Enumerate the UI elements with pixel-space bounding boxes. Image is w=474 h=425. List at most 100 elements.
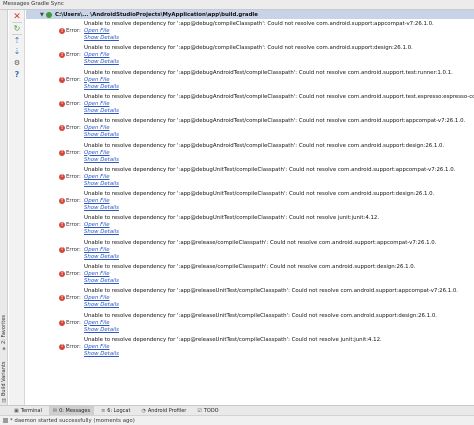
error-label: Error: (66, 343, 81, 350)
open-file-link[interactable]: Open File (84, 247, 110, 253)
previous-message-icon[interactable]: ⇡ (11, 36, 23, 46)
show-details-link[interactable]: Show Details (84, 254, 119, 260)
error-entry[interactable]: ! Error: Unable to resolve dependency for … (26, 20, 474, 44)
build-variants-icon: ▤ (1, 397, 7, 404)
show-details-link[interactable]: Show Details (84, 132, 119, 138)
error-label: Error: (66, 295, 81, 302)
show-details-link[interactable]: Show Details (84, 181, 119, 187)
open-file-link[interactable]: Open File (84, 125, 110, 131)
show-details-link[interactable]: Show Details (84, 327, 119, 333)
show-details-link[interactable]: Show Details (84, 205, 119, 211)
bottom-tab[interactable]: ≡ 6: Logcat (97, 406, 134, 415)
error-label: Error: (66, 198, 81, 205)
open-file-link[interactable]: Open File (84, 344, 110, 350)
error-entry[interactable]: ! Error: Unable to resolve dependency for … (26, 263, 474, 287)
error-entry[interactable]: ! Error: Unable to resolve dependency for … (26, 239, 474, 263)
bottom-tab[interactable]: ▣ Terminal (10, 406, 46, 415)
messages-tree: ▼ C:\Users\... \AndroidStudioProjects\My… (26, 10, 474, 405)
error-message: Unable to resolve dependency for ':app@r… (84, 312, 437, 319)
bottom-tab[interactable]: ✉ 0: Messages (48, 406, 95, 415)
error-label: Error: (66, 222, 81, 229)
error-icon: ! (59, 319, 65, 326)
error-label: Error: (66, 271, 81, 277)
toolbar-separator (12, 22, 22, 23)
error-message: Unable to resolve dependency for ':app@d… (84, 166, 456, 173)
messages-panel-title: Messages Gradle Sync (0, 0, 474, 10)
show-details-link[interactable]: Show Details (84, 35, 119, 41)
error-message: Unable to resolve dependency for ':app@d… (84, 215, 380, 222)
status-bar: * daemon started successfully (moments a… (0, 415, 474, 425)
open-file-link[interactable]: Open File (84, 271, 110, 277)
error-icon: ! (59, 271, 65, 277)
gradle-file-icon (46, 11, 52, 18)
error-message: Unable to resolve dependency for ':app@d… (84, 21, 434, 27)
error-message: Unable to resolve dependency for ':app@r… (84, 264, 416, 270)
error-icon: ! (59, 173, 65, 180)
show-details-link[interactable]: Show Details (84, 302, 119, 308)
open-file-link[interactable]: Open File (84, 222, 110, 228)
show-details-link[interactable]: Show Details (84, 229, 119, 235)
open-file-link[interactable]: Open File (84, 320, 110, 326)
bottom-tab-label: 0: Messages (59, 407, 91, 414)
tree-root-row[interactable]: ▼ C:\Users\... \AndroidStudioProjects\My… (26, 10, 474, 19)
bottom-tab-label: Terminal (20, 407, 42, 414)
open-file-link[interactable]: Open File (84, 150, 110, 156)
error-entry[interactable]: ! Error: Unable to resolve dependency for … (26, 142, 474, 166)
error-label: Error: (66, 52, 81, 59)
help-icon[interactable]: ? (11, 70, 23, 80)
terminal-icon: ▣ (14, 407, 19, 414)
next-message-icon[interactable]: ⇣ (11, 47, 23, 57)
error-label: Error: (66, 149, 81, 156)
status-panel-icon[interactable] (3, 418, 8, 423)
show-details-link[interactable]: Show Details (84, 278, 119, 284)
build-variants-side-tab-label: Build Variants (1, 361, 7, 397)
error-icon: ! (59, 125, 65, 132)
show-details-link[interactable]: Show Details (84, 59, 119, 65)
open-file-link[interactable]: Open File (84, 198, 110, 204)
open-file-link[interactable]: Open File (84, 28, 110, 34)
build-variants-side-tab[interactable]: ▤ Build Variants (0, 360, 8, 405)
open-file-link[interactable]: Open File (84, 77, 110, 83)
toolbar-separator (12, 34, 22, 35)
profiler-icon: ◔ (141, 407, 146, 414)
error-icon: ! (59, 76, 65, 83)
bottom-tab[interactable]: ◔ Android Profiler (137, 406, 190, 415)
show-details-link[interactable]: Show Details (84, 108, 119, 114)
favorites-side-tab[interactable]: ★ 2: Favorites (0, 310, 8, 355)
error-label: Error: (66, 173, 81, 180)
error-message: Unable to resolve dependency for ':app@r… (84, 288, 459, 295)
error-entry[interactable]: ! Error: Unable to resolve dependency for … (26, 166, 474, 190)
error-entry[interactable]: ! Error: Unable to resolve dependency for … (26, 312, 474, 336)
error-entry[interactable]: ! Error: Unable to resolve dependency for … (26, 190, 474, 214)
error-label: Error: (66, 125, 81, 132)
open-file-link[interactable]: Open File (84, 101, 110, 107)
filter-icon[interactable]: ⚙ (11, 58, 23, 68)
rerun-icon[interactable]: ↻ (11, 24, 23, 34)
close-icon[interactable]: ✕ (11, 12, 23, 22)
error-entry[interactable]: ! Error: Unable to resolve dependency for … (26, 336, 474, 360)
open-file-link[interactable]: Open File (84, 174, 110, 180)
left-tool-stripe: ★ 2: Favorites ▤ Build Variants (0, 10, 8, 405)
show-details-link[interactable]: Show Details (84, 157, 119, 163)
error-label: Error: (66, 100, 81, 107)
bottom-tab[interactable]: ☑ TODO (193, 406, 222, 415)
bottom-tab-label: TODO (203, 407, 219, 414)
error-entry[interactable]: ! Error: Unable to resolve dependency for … (26, 287, 474, 311)
error-entry[interactable]: ! Error: Unable to resolve dependency for … (26, 214, 474, 238)
open-file-link[interactable]: Open File (84, 52, 110, 58)
error-message: Unable to resolve dependency for ':app@r… (84, 239, 437, 246)
error-entry[interactable]: ! Error: Unable to resolve dependency for … (26, 69, 474, 93)
status-text: * daemon started successfully (moments a… (10, 417, 135, 424)
show-details-link[interactable]: Show Details (84, 351, 119, 357)
open-file-link[interactable]: Open File (84, 295, 110, 301)
error-label: Error: (66, 319, 81, 326)
show-details-link[interactable]: Show Details (84, 84, 119, 90)
error-icon: ! (59, 222, 65, 229)
error-entry[interactable]: ! Error: Unable to resolve dependency for … (26, 93, 474, 117)
messages-icon: ✉ (52, 407, 58, 414)
error-message: Unable to resolve dependency for ':app@d… (84, 191, 435, 198)
error-message: Unable to resolve dependency for ':app@r… (84, 336, 382, 343)
error-entry[interactable]: ! Error: Unable to resolve dependency for … (26, 44, 474, 68)
todo-icon: ☑ (197, 407, 202, 414)
error-entry[interactable]: ! Error: Unable to resolve dependency for … (26, 117, 474, 141)
